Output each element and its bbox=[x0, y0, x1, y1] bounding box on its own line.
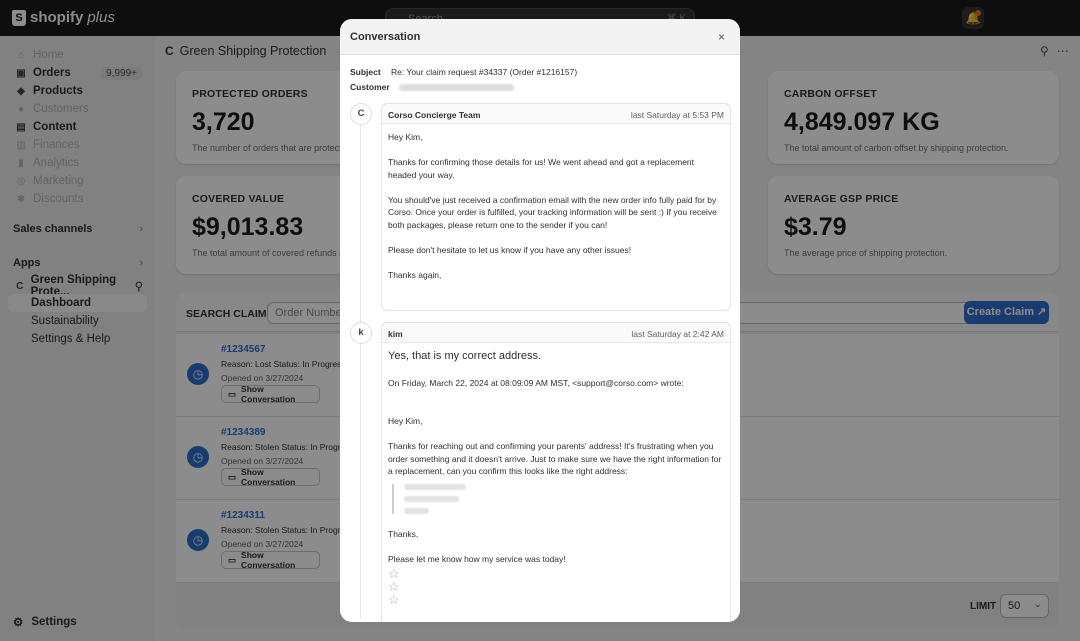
redacted-line bbox=[404, 495, 459, 502]
redacted-address bbox=[392, 483, 724, 514]
customer-label: Customer bbox=[350, 82, 390, 92]
message-paragraph: Please don't hesitate to let us know if … bbox=[388, 244, 632, 255]
message-body: Hey Kim, Thanks for confirming those det… bbox=[382, 124, 730, 301]
customer-avatar: k bbox=[350, 322, 372, 344]
conversation-modal: Conversation × Subject Re: Your claim req… bbox=[340, 19, 740, 622]
subject-label: Subject bbox=[350, 67, 381, 77]
star-icon[interactable]: ☆ bbox=[388, 567, 724, 580]
redacted-line bbox=[404, 483, 466, 490]
star-icon[interactable]: ☆ bbox=[388, 580, 724, 593]
message-paragraph: Please let me know how my service was to… bbox=[388, 553, 566, 564]
quoted-header: On Friday, March 22, 2024 at 08:09:09 AM… bbox=[388, 377, 684, 388]
message-paragraph: Thanks for reaching out and confirming y… bbox=[388, 441, 722, 476]
star-icon[interactable]: ☆ bbox=[388, 593, 724, 606]
message-body: Yes, that is my correct address. On Frid… bbox=[382, 343, 730, 613]
message-header: Corso Concierge Team last Saturday at 5:… bbox=[382, 104, 730, 124]
modal-title: Conversation bbox=[350, 31, 421, 43]
message-author: kim bbox=[388, 329, 403, 339]
modal-header: Conversation × bbox=[340, 19, 740, 55]
message-header: kim last Saturday at 2:42 AM bbox=[382, 323, 730, 343]
message-paragraph: Thanks, bbox=[388, 528, 419, 539]
message-paragraph: Hey Kim, bbox=[388, 132, 423, 142]
message-paragraph: Thanks for confirming those details for … bbox=[388, 157, 695, 180]
message-time: last Saturday at 2:42 AM bbox=[631, 329, 724, 339]
timeline-line bbox=[360, 119, 361, 619]
message-paragraph: Thanks again, bbox=[388, 269, 442, 280]
subject-value: Re: Your claim request #34337 (Order #12… bbox=[391, 67, 578, 77]
subject-row: Subject Re: Your claim request #34337 (Or… bbox=[350, 67, 577, 77]
message-author: Corso Concierge Team bbox=[388, 110, 481, 120]
message-headline: Yes, that is my correct address. bbox=[388, 350, 542, 362]
redacted-line bbox=[404, 507, 429, 514]
corso-avatar: C bbox=[350, 103, 372, 125]
message-card: kim last Saturday at 2:42 AM Yes, that i… bbox=[381, 322, 731, 622]
close-icon[interactable]: × bbox=[718, 30, 725, 44]
customer-email-redacted bbox=[398, 83, 514, 91]
message-time: last Saturday at 5:53 PM bbox=[630, 110, 724, 120]
message-card: Corso Concierge Team last Saturday at 5:… bbox=[381, 103, 731, 311]
customer-row: Customer bbox=[350, 82, 514, 92]
message-paragraph: Hey Kim, bbox=[388, 416, 423, 426]
message-paragraph: You should've just received a confirmati… bbox=[388, 194, 717, 230]
